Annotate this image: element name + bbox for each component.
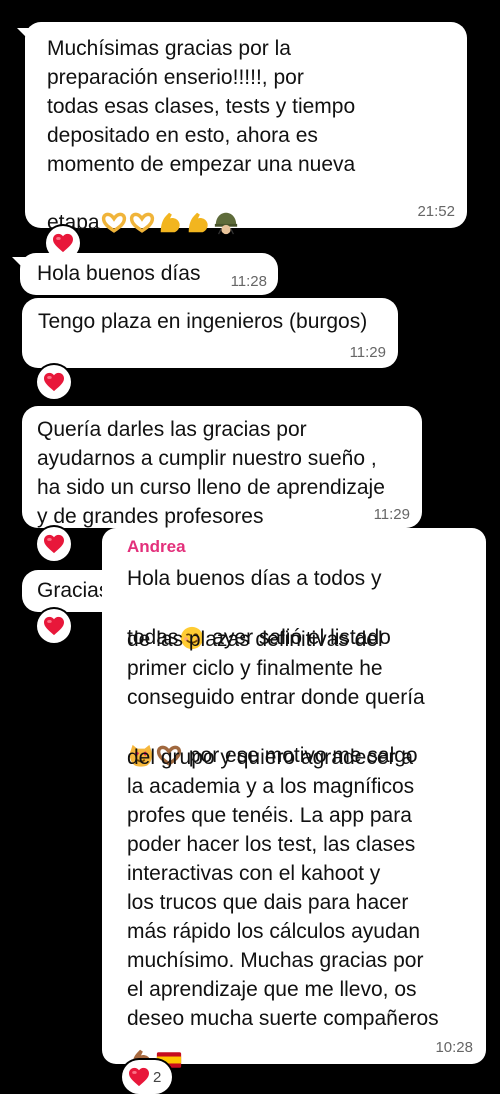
message-text: Hola buenos días [37,262,201,285]
message-time: 11:29 [349,344,386,361]
message-text: de las plazas definitivas del primer cic… [127,628,425,709]
message-text-tail: etapa [47,179,240,237]
military-helmet-icon [213,210,239,236]
heart-reaction-icon[interactable] [37,609,71,643]
heart-reaction-icon[interactable]: 2 [122,1060,172,1094]
message-bubble-andrea[interactable]: Andrea Hola buenos días a todos y todas … [102,528,486,1064]
message-time: 11:29 [373,506,410,523]
message-bubble-3[interactable]: Tengo plaza en ingenieros (burgos) 11:29 [22,298,398,368]
message-time: 21:52 [417,203,455,220]
message-bubble-1[interactable]: Muchísimas gracias por la preparación en… [17,22,467,228]
message-time: 10:28 [435,1039,473,1056]
message-text: Tengo plaza en ingenieros (burgos) [38,310,368,333]
heart-hands-icon [129,210,155,236]
flexed-biceps-icon [185,210,211,236]
message-text: Muchísimas gracias por la preparación en… [47,37,356,176]
message-line: Hola buenos días a todos y [127,567,382,590]
message-bubble-4[interactable]: Quería darles las gracias por ayudarnos … [22,406,422,528]
message-time: 11:28 [230,273,267,290]
message-text: Gracias [37,579,110,602]
message-text: del grupo y quiero agradecer a la academ… [127,746,439,1030]
message-bubble-2[interactable]: Hola buenos días 11:28 [12,253,278,295]
heart-hands-icon [101,210,127,236]
sender-name: Andrea [127,537,186,556]
heart-reaction-icon[interactable] [37,527,71,561]
reaction-count: 2 [153,1068,162,1086]
message-text: Quería darles las gracias por ayudarnos … [37,418,385,528]
heart-reaction-icon[interactable] [37,365,71,399]
flexed-biceps-icon [157,210,183,236]
